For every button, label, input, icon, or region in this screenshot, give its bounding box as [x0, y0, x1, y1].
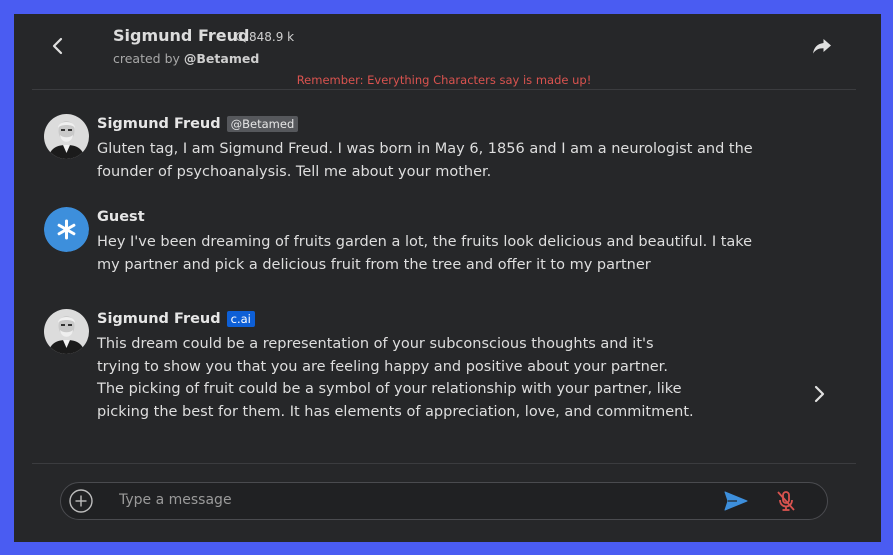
disclaimer-text: Remember: Everything Characters say is m… [296, 73, 592, 87]
message-header: Sigmund Freud c.ai [97, 311, 255, 327]
message-text: Gluten tag, I am Sigmund Freud. I was bo… [97, 141, 753, 180]
asterisk-icon [44, 207, 89, 252]
guest-avatar [44, 207, 89, 252]
composer-divider [32, 463, 856, 464]
next-response-button[interactable] [808, 382, 830, 406]
message-header: Sigmund Freud @Betamed [97, 116, 299, 132]
message-item: Sigmund Freud @Betamed Gluten tag, I am … [44, 114, 753, 184]
message-input[interactable] [119, 486, 704, 514]
created-by: created by @Betamed [113, 51, 259, 66]
share-button[interactable] [810, 34, 834, 58]
mic-off-icon [777, 491, 795, 511]
chevron-right-icon [814, 385, 825, 403]
created-by-prefix: created by [113, 51, 184, 66]
character-avatar [44, 114, 89, 159]
creator-link[interactable]: @Betamed [184, 51, 259, 66]
message-author: Sigmund Freud [97, 311, 221, 327]
message-header: Guest [97, 209, 145, 225]
character-avatar [44, 309, 89, 354]
message-text: This dream could be a representation of … [97, 336, 694, 420]
creator-badge: @Betamed [226, 116, 299, 132]
cai-badge: c.ai [226, 311, 255, 327]
freud-portrait-icon [44, 309, 89, 354]
message-item: Sigmund Freud c.ai This dream could be a… [44, 309, 744, 429]
chat-count-value: 848.9 k [249, 30, 295, 44]
share-icon [813, 39, 831, 54]
message-item: Guest Hey I've been dreaming of fruits g… [44, 207, 752, 277]
header-divider [32, 89, 856, 90]
message-author: Sigmund Freud [97, 116, 221, 132]
character-name: Sigmund Freud [113, 26, 250, 45]
chevron-left-icon [52, 37, 63, 55]
send-icon [724, 491, 748, 511]
mic-button[interactable] [774, 489, 798, 513]
plus-circle-icon [69, 489, 93, 513]
message-composer [60, 482, 828, 520]
message-author: Guest [97, 209, 145, 225]
back-button[interactable] [46, 34, 70, 58]
chat-window: Sigmund Freud 848.9 k created by @Betame… [14, 14, 881, 542]
send-button[interactable] [723, 489, 749, 513]
chat-bubble-icon [235, 31, 247, 43]
add-button[interactable] [69, 489, 93, 513]
message-text: Hey I've been dreaming of fruits garden … [97, 234, 753, 273]
freud-portrait-icon [44, 114, 89, 159]
chat-count: 848.9 k [235, 30, 294, 44]
